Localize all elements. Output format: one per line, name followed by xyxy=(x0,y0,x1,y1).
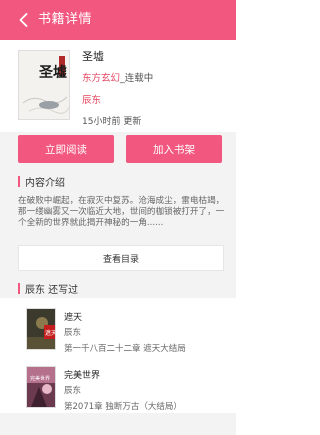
author-books-list: 遮天 遮天 辰东 第一千八百二十二章 遮天大结局 完美世界 完美世界 辰东 第2… xyxy=(0,298,236,413)
cover-title-text: 圣墟 xyxy=(38,64,67,81)
book-thumbnail: 遮天 xyxy=(26,308,56,350)
book-info-card: 圣墟 圣墟 东方玄幻_连载中 辰东 15小时前 更新 xyxy=(0,40,236,132)
thumb-cover-text: 遮天 xyxy=(45,329,56,337)
thumb-cover-text: 完美世界 xyxy=(30,375,50,382)
book-category-line: 东方玄幻_连载中 xyxy=(82,70,153,84)
book-intro-text: 在破败中崛起，在寂灭中复苏。沧海成尘，雷电枯竭，那一缕幽雾又一次临近大地，世间的… xyxy=(18,196,225,229)
top-bar: 书籍详情 xyxy=(0,0,236,40)
book-status: _连载中 xyxy=(120,73,154,84)
book-cover: 圣墟 xyxy=(18,50,70,120)
back-arrow-icon[interactable] xyxy=(16,12,32,28)
list-item-title: 完美世界 xyxy=(64,371,101,381)
page-title: 书籍详情 xyxy=(38,12,93,27)
list-item-latest-chapter: 第一千八百二十二章 遮天大结局 xyxy=(64,344,186,354)
intro-section-title: 内容介绍 xyxy=(25,177,65,189)
book-title: 圣墟 xyxy=(82,50,104,63)
book-detail-screen: 书籍详情 圣墟 圣墟 东方玄幻_连载中 辰东 15小时前 更新 立即阅读 加入书… xyxy=(0,0,236,435)
list-item-latest-chapter: 第2071章 独断万古（大结局） xyxy=(64,402,182,412)
book-category[interactable]: 东方玄幻 xyxy=(82,73,120,84)
list-item-author: 辰东 xyxy=(64,386,82,396)
book-author[interactable]: 辰东 xyxy=(82,92,101,106)
list-item[interactable]: 遮天 遮天 辰东 第一千八百二十二章 遮天大结局 xyxy=(0,300,236,356)
add-to-shelf-button[interactable]: 加入书架 xyxy=(126,135,222,163)
book-thumbnail: 完美世界 xyxy=(26,366,56,408)
list-item-author: 辰东 xyxy=(64,328,82,338)
section-marker xyxy=(18,175,20,187)
list-item[interactable]: 完美世界 完美世界 辰东 第2071章 独断万古（大结局） xyxy=(0,358,236,414)
section-marker xyxy=(18,282,20,294)
view-catalog-button[interactable]: 查看目录 xyxy=(18,245,224,271)
list-item-title: 遮天 xyxy=(64,313,83,323)
author-books-title: 辰东 还写过 xyxy=(25,284,79,296)
book-update-time: 15小时前 更新 xyxy=(82,117,142,127)
read-now-button[interactable]: 立即阅读 xyxy=(18,135,114,163)
intro-section-header: 内容介绍 xyxy=(18,174,65,189)
author-books-header: 辰东 还写过 xyxy=(18,281,79,296)
